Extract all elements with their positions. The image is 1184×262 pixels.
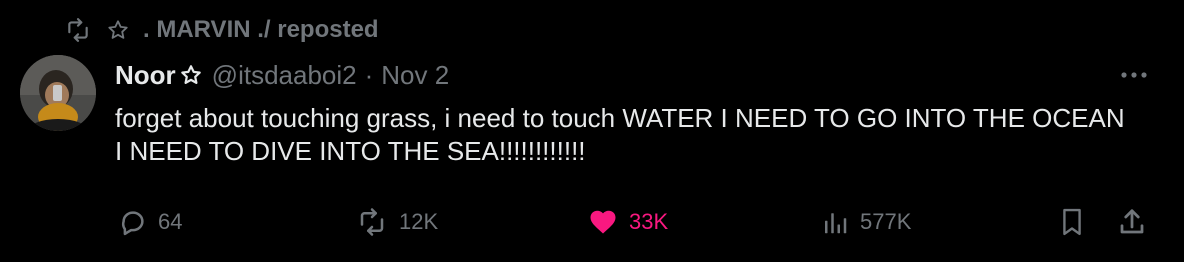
star-outline-icon [180,64,202,86]
separator-dot: · [364,59,374,90]
reply-button[interactable]: 64 [118,200,182,244]
repost-label: . MARVIN ./ reposted [143,16,379,43]
analytics-icon [820,207,850,237]
views-button[interactable]: 577K [820,200,911,244]
like-count: 33K [629,209,669,234]
tweet-date[interactable]: Nov 2 [381,60,449,91]
more-options-icon[interactable] [1118,64,1150,86]
repost-count: 12K [399,209,439,234]
repost-context[interactable]: . MARVIN ./ reposted [63,14,379,46]
like-button[interactable]: 33K [587,200,668,244]
heart-filled-icon [587,207,619,237]
repost-icon [63,17,93,43]
reply-icon [118,207,148,237]
action-bar: 64 12K 33K 577K [0,200,1184,244]
tweet-header: Noor @itsdaaboi2 · Nov 2 [115,58,449,92]
user-handle[interactable]: @itsdaaboi2 [212,60,357,91]
views-count: 577K [860,209,912,234]
bookmark-icon[interactable] [1054,200,1090,244]
repost-button[interactable]: 12K [355,200,438,244]
repost-icon [355,207,389,237]
star-outline-icon [107,19,129,41]
avatar[interactable] [20,55,96,131]
tweet-card[interactable]: . MARVIN ./ reposted Noor @itsdaaboi2 · … [0,0,1184,262]
tweet-text: forget about touching grass, i need to t… [115,103,1125,166]
share-icon[interactable] [1114,200,1150,244]
reply-count: 64 [158,209,183,234]
display-name[interactable]: Noor [115,60,176,91]
